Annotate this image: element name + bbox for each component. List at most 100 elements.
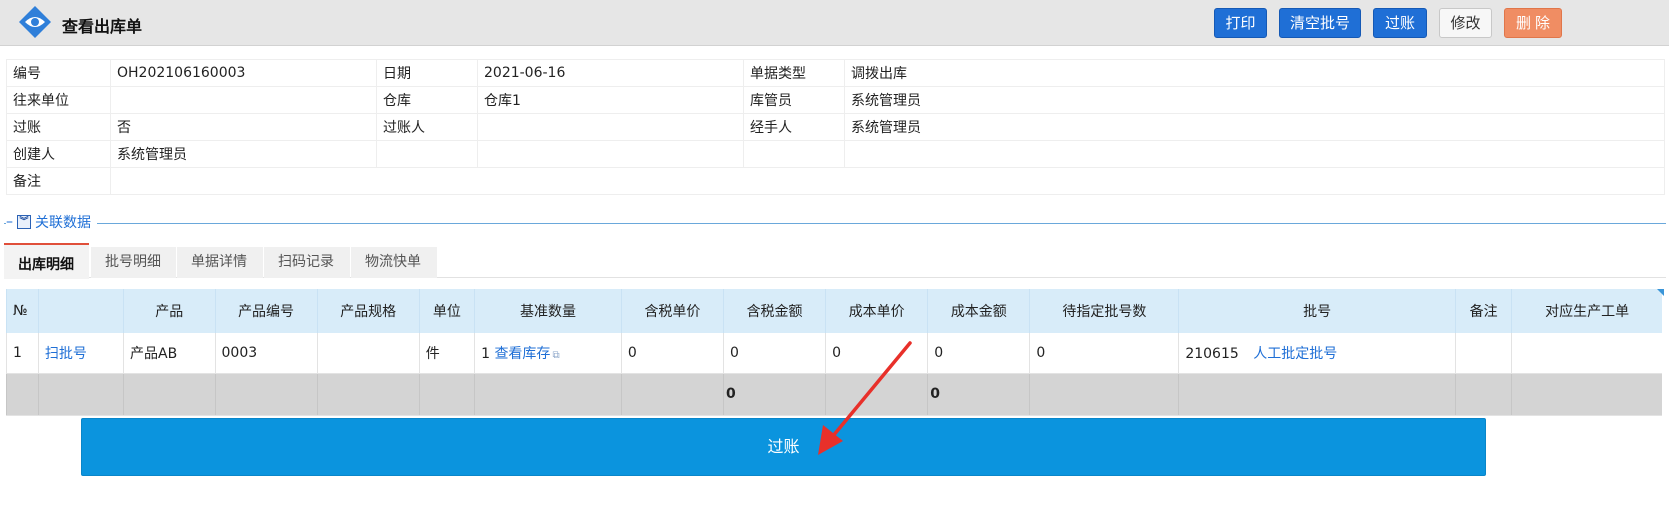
label-type: 单据类型 bbox=[743, 59, 845, 87]
cell-pending-batch: 0 bbox=[1029, 333, 1179, 374]
sum-cost-amount: 0 bbox=[927, 373, 1030, 416]
col-batch-no[interactable]: 批号 bbox=[1178, 289, 1456, 333]
value-date: 2021-06-16 bbox=[477, 59, 744, 87]
col-product[interactable]: 产品 bbox=[123, 289, 215, 333]
empty-cell bbox=[743, 140, 845, 168]
cell-product-code: 0003 bbox=[214, 333, 318, 374]
sum-tax-amount: 0 bbox=[722, 373, 826, 416]
post-submit-button[interactable]: 过账 bbox=[81, 418, 1486, 476]
cell-cost-amount: 0 bbox=[927, 333, 1030, 374]
tab-logistics[interactable]: 物流快单 bbox=[351, 247, 437, 278]
batch-no-value: 210615 bbox=[1185, 345, 1239, 362]
col-action bbox=[37, 289, 124, 333]
cell-remark bbox=[1454, 333, 1512, 374]
related-data-section: – ︾ 关联数据 bbox=[4, 212, 1666, 234]
summary-row: 0 0 bbox=[6, 373, 1662, 416]
label-handler: 经手人 bbox=[743, 113, 845, 141]
col-cost-price[interactable]: 成本单价 bbox=[825, 289, 928, 333]
sum-cell bbox=[1511, 373, 1662, 416]
col-remark[interactable]: 备注 bbox=[1454, 289, 1512, 333]
sum-cell bbox=[1454, 373, 1512, 416]
sum-cell bbox=[316, 373, 420, 416]
tab-batch-detail[interactable]: 批号明细 bbox=[91, 247, 176, 278]
label-code: 编号 bbox=[6, 59, 111, 87]
label-partner: 往来单位 bbox=[6, 86, 111, 114]
sum-cell bbox=[418, 373, 475, 416]
order-info-table: 编号 OH202106160003 日期 2021-06-16 单据类型 调拨出… bbox=[6, 59, 1665, 195]
cell-qty: 1 查看库存 ⧉ bbox=[474, 333, 622, 374]
cell-tax-price: 0 bbox=[620, 333, 724, 374]
print-button[interactable]: 打印 bbox=[1214, 8, 1267, 38]
scan-batch-link[interactable]: 扫批号 bbox=[37, 333, 124, 374]
value-type: 调拨出库 bbox=[844, 59, 1665, 87]
outbound-detail-grid: № 产品 产品编号 产品规格 单位 基准数量 含税单价 含税金额 成本单价 成本… bbox=[6, 289, 1664, 416]
tab-outbound-detail[interactable]: 出库明细 bbox=[4, 243, 89, 279]
cell-product: 产品AB bbox=[123, 333, 215, 374]
col-tax-price[interactable]: 含税单价 bbox=[620, 289, 724, 333]
qty-value: 1 bbox=[481, 345, 490, 362]
sum-cell bbox=[825, 373, 928, 416]
empty-cell bbox=[477, 140, 744, 168]
detail-table: № 产品 产品编号 产品规格 单位 基准数量 含税单价 含税金额 成本单价 成本… bbox=[6, 289, 1662, 416]
label-keeper: 库管员 bbox=[743, 86, 845, 114]
sum-cell bbox=[37, 373, 124, 416]
cell-spec bbox=[316, 333, 420, 374]
delete-button[interactable]: 删除 bbox=[1504, 8, 1562, 38]
manual-batch-link[interactable]: 人工批定批号 bbox=[1253, 346, 1337, 362]
sum-cell bbox=[1029, 373, 1179, 416]
sum-cell bbox=[620, 373, 724, 416]
edit-button[interactable]: 修改 bbox=[1439, 8, 1492, 38]
external-link-icon: ⧉ bbox=[552, 349, 560, 361]
value-keeper: 系统管理员 bbox=[844, 86, 1665, 114]
col-tax-amount[interactable]: 含税金额 bbox=[722, 289, 826, 333]
col-work-order[interactable]: 对应生产工单 bbox=[1511, 289, 1662, 333]
cell-unit: 件 bbox=[418, 333, 475, 374]
tab-scan-records[interactable]: 扫码记录 bbox=[264, 247, 350, 278]
clear-batch-button[interactable]: 清空批号 bbox=[1279, 8, 1361, 38]
sum-cell bbox=[214, 373, 318, 416]
value-code: OH202106160003 bbox=[110, 59, 377, 87]
cell-batch-no: 210615 人工批定批号 bbox=[1178, 333, 1456, 374]
scan-batch-link-text[interactable]: 扫批号 bbox=[45, 346, 87, 362]
empty-cell bbox=[844, 140, 1665, 168]
table-row: 1 扫批号 产品AB 0003 件 1 查看库存 ⧉ 0 0 0 0 0 2106… bbox=[6, 333, 1662, 374]
sum-cell bbox=[123, 373, 215, 416]
empty-cell bbox=[376, 140, 478, 168]
corner-marker-icon bbox=[1657, 289, 1664, 296]
detail-tabs: 出库明细 批号明细 单据详情 扫码记录 物流快单 bbox=[4, 243, 1666, 279]
value-remark bbox=[110, 167, 1665, 195]
top-toolbar: 查看出库单 打印 清空批号 过账 修改 删除 bbox=[0, 0, 1669, 46]
label-warehouse: 仓库 bbox=[376, 86, 478, 114]
cell-work-order bbox=[1511, 333, 1662, 374]
post-button[interactable]: 过账 bbox=[1373, 8, 1427, 38]
col-qty[interactable]: 基准数量 bbox=[474, 289, 622, 333]
eye-logo-icon bbox=[19, 6, 51, 38]
collapse-toggle-icon[interactable]: ︾ bbox=[17, 215, 31, 229]
label-remark: 备注 bbox=[6, 167, 111, 195]
sum-cell bbox=[6, 373, 39, 416]
dash-icon: – bbox=[6, 214, 13, 230]
value-creator: 系统管理员 bbox=[110, 140, 377, 168]
col-cost-amount[interactable]: 成本金额 bbox=[927, 289, 1030, 333]
label-poster: 过账人 bbox=[376, 113, 478, 141]
value-partner bbox=[110, 86, 377, 114]
table-header-row: № 产品 产品编号 产品规格 单位 基准数量 含税单价 含税金额 成本单价 成本… bbox=[6, 289, 1662, 333]
col-no[interactable]: № bbox=[6, 289, 39, 333]
cell-cost-price: 0 bbox=[825, 333, 928, 374]
value-warehouse: 仓库1 bbox=[477, 86, 744, 114]
sum-cell bbox=[474, 373, 622, 416]
col-unit[interactable]: 单位 bbox=[418, 289, 475, 333]
label-date: 日期 bbox=[376, 59, 478, 87]
label-creator: 创建人 bbox=[6, 140, 111, 168]
sum-cell bbox=[1178, 373, 1456, 416]
section-divider bbox=[4, 223, 1666, 224]
value-handler: 系统管理员 bbox=[844, 113, 1665, 141]
col-product-code[interactable]: 产品编号 bbox=[214, 289, 318, 333]
label-posted: 过账 bbox=[6, 113, 111, 141]
section-header[interactable]: – ︾ 关联数据 bbox=[6, 212, 97, 232]
col-spec[interactable]: 产品规格 bbox=[316, 289, 420, 333]
tab-document-detail[interactable]: 单据详情 bbox=[177, 247, 263, 278]
view-stock-link[interactable]: 查看库存 bbox=[494, 346, 550, 362]
section-title: 关联数据 bbox=[35, 215, 91, 231]
col-pending-batch[interactable]: 待指定批号数 bbox=[1029, 289, 1179, 333]
